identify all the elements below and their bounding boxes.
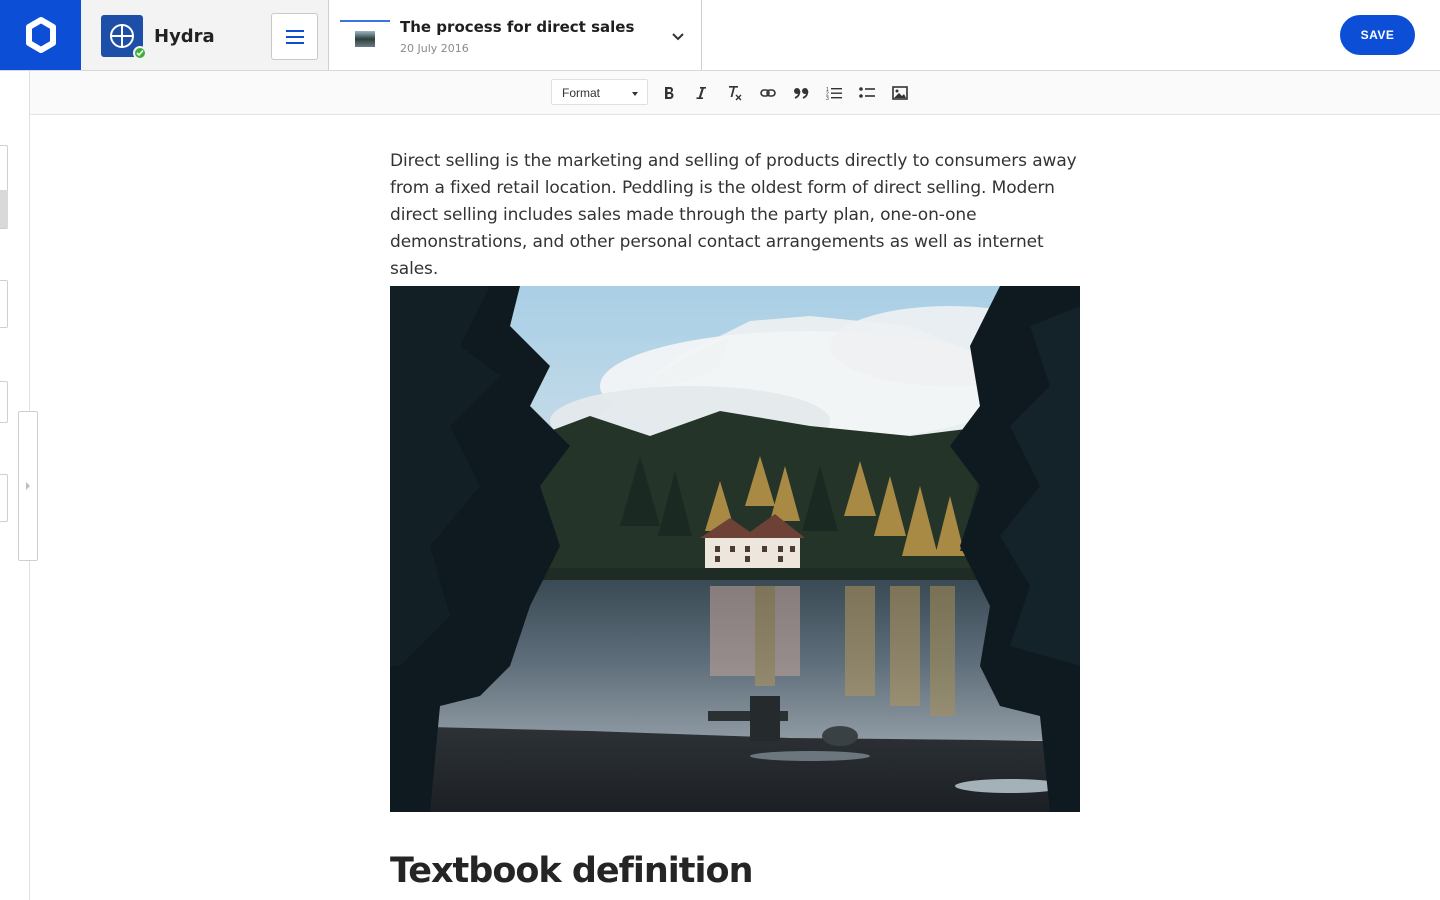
left-rail bbox=[0, 71, 38, 900]
image-icon bbox=[892, 86, 908, 100]
chevron-right-icon bbox=[26, 482, 30, 490]
site-logo-icon bbox=[110, 24, 134, 48]
numbered-list-icon: 1 2 3 bbox=[826, 87, 842, 100]
status-check-icon bbox=[133, 46, 147, 60]
hamburger-icon bbox=[285, 29, 304, 44]
link-button[interactable] bbox=[756, 81, 780, 105]
clear-format-icon bbox=[729, 86, 742, 101]
body-paragraph[interactable]: Direct selling is the marketing and sell… bbox=[390, 148, 1080, 283]
app-logo[interactable] bbox=[0, 0, 81, 70]
bold-button[interactable] bbox=[657, 81, 681, 105]
svg-text:3: 3 bbox=[826, 96, 829, 100]
lake-house-photo[interactable] bbox=[390, 286, 1080, 812]
rail-tab-active[interactable] bbox=[0, 190, 8, 228]
top-header: Hydra The process for direct sales 20 Ju… bbox=[0, 0, 1440, 71]
rail-tab[interactable] bbox=[0, 381, 8, 423]
caret-down-icon bbox=[632, 92, 638, 96]
blockquote-button[interactable] bbox=[789, 81, 813, 105]
link-icon bbox=[760, 89, 776, 97]
site-selector[interactable]: Hydra bbox=[81, 0, 329, 70]
site-name: Hydra bbox=[154, 26, 215, 47]
bold-icon bbox=[665, 87, 674, 99]
blockquote-icon bbox=[794, 88, 809, 99]
numbered-list-button[interactable]: 1 2 3 bbox=[822, 81, 846, 105]
italic-icon bbox=[696, 87, 706, 99]
save-button[interactable]: SAVE bbox=[1340, 15, 1415, 55]
editor-toolbar: Format 1 2 3 bbox=[30, 71, 1440, 115]
document-date: 20 July 2016 bbox=[400, 42, 469, 55]
section-heading[interactable]: Textbook definition bbox=[390, 851, 753, 891]
bulleted-list-icon bbox=[859, 87, 875, 98]
rail-tab[interactable] bbox=[0, 280, 8, 328]
sidebar-expand-handle[interactable] bbox=[18, 411, 38, 561]
logo-icon bbox=[25, 17, 56, 53]
insert-image-button[interactable] bbox=[888, 81, 912, 105]
document-selector[interactable]: The process for direct sales 20 July 201… bbox=[330, 0, 702, 70]
format-dropdown-label: Format bbox=[562, 86, 601, 100]
format-dropdown[interactable]: Format bbox=[551, 79, 648, 105]
landscape-image bbox=[390, 286, 1080, 812]
clear-format-button[interactable] bbox=[722, 81, 746, 105]
chevron-down-icon[interactable] bbox=[668, 26, 688, 46]
italic-button[interactable] bbox=[689, 81, 713, 105]
document-thumbnail bbox=[340, 20, 390, 50]
bulleted-list-button[interactable] bbox=[855, 81, 879, 105]
document-title: The process for direct sales bbox=[400, 18, 635, 36]
menu-button[interactable] bbox=[271, 13, 318, 60]
rail-tab[interactable] bbox=[0, 474, 8, 522]
